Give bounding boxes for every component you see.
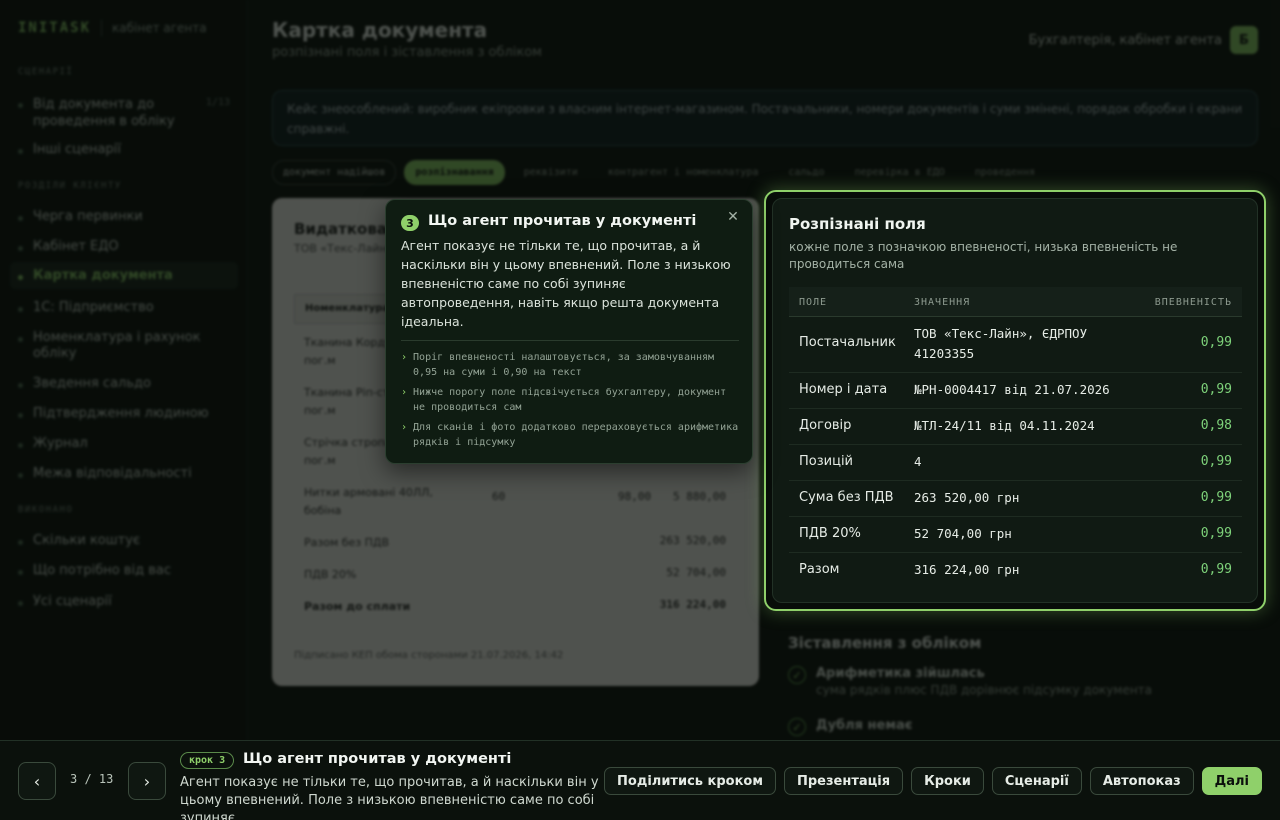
field-value: ТОВ «Текс-Лайн», ЄДРПОУ 41203355 xyxy=(914,326,1088,361)
note-text: Для сканів і фото додатково перераховуєт… xyxy=(413,422,739,448)
field-name: Позицій xyxy=(799,454,853,469)
card-title: Розпізнані поля xyxy=(789,215,926,233)
field-name: ПДВ 20% xyxy=(799,526,861,541)
recognized-fields-card: Розпізнані поля кожне поле з позначкою в… xyxy=(772,198,1258,603)
table-row: Сума без ПДВ 263 520,00 грн 0,99 xyxy=(789,481,1242,517)
next-button[interactable]: Далі xyxy=(1201,767,1262,795)
step-pill: крок 3 xyxy=(180,752,235,769)
fields-table-header: ПОЛЕ ЗНАЧЕННЯ ВПЕВНЕНІСТЬ xyxy=(789,287,1242,317)
table-row: Позицій 4 0,99 xyxy=(789,445,1242,481)
field-confidence: 0,99 xyxy=(1200,562,1232,577)
popover-note: › Поріг впевненості налаштовується, за з… xyxy=(401,350,741,380)
field-value: №РН-0004417 від 21.07.2026 xyxy=(914,382,1110,397)
note-text: Поріг впевненості налаштовується, за зам… xyxy=(413,352,715,378)
tour-popover: 3 Що агент прочитав у документі ✕ Агент … xyxy=(385,199,753,464)
note-text: Нижче порогу поле підсвічується бухгалте… xyxy=(413,387,727,413)
popover-body: Агент показує не тільки те, що прочитав,… xyxy=(401,238,731,329)
chevron-right-icon: › xyxy=(401,352,408,363)
card-subtitle: кожне поле з позначкою впевненості, низь… xyxy=(789,240,1178,271)
field-confidence: 0,99 xyxy=(1200,454,1232,469)
tour-bar: ‹ 3 / 13 › крок 3 Що агент прочитав у до… xyxy=(0,740,1280,820)
step-description: Агент показує не тільки те, що прочитав,… xyxy=(180,775,599,820)
prev-step-button[interactable]: ‹ xyxy=(18,762,56,800)
autoplay-button[interactable]: Автопоказ xyxy=(1089,767,1194,795)
popover-note: › Для сканів і фото додатково перерахову… xyxy=(401,420,741,450)
table-row: Договір №ТЛ-24/11 від 04.11.2024 0,98 xyxy=(789,409,1242,445)
field-confidence: 0,99 xyxy=(1200,382,1232,397)
divider xyxy=(401,340,739,341)
field-confidence: 0,98 xyxy=(1200,418,1232,433)
table-row: Постачальник ТОВ «Текс-Лайн», ЄДРПОУ 412… xyxy=(789,317,1242,373)
scenarios-button[interactable]: Сценарії xyxy=(991,767,1082,795)
field-name: Номер і дата xyxy=(799,382,888,397)
step-counter: 3 / 13 xyxy=(70,772,114,786)
table-row: Номер і дата №РН-0004417 від 21.07.2026 … xyxy=(789,373,1242,409)
next-step-arrow-button[interactable]: › xyxy=(128,762,166,800)
field-confidence: 0,99 xyxy=(1200,490,1232,505)
field-value: 263 520,00 грн xyxy=(914,490,1020,505)
column-field: ПОЛЕ xyxy=(799,297,828,308)
field-name: Разом xyxy=(799,562,840,577)
close-icon[interactable]: ✕ xyxy=(724,208,742,226)
table-row: ПДВ 20% 52 704,00 грн 0,99 xyxy=(789,517,1242,553)
field-value: 4 xyxy=(914,454,922,469)
field-name: Сума без ПДВ xyxy=(799,490,894,505)
step-title: Що агент прочитав у документі xyxy=(243,751,512,767)
chevron-right-icon: › xyxy=(401,387,408,398)
column-confidence: ВПЕВНЕНІСТЬ xyxy=(1154,297,1232,308)
step-number-badge: 3 xyxy=(401,215,419,231)
column-value: ЗНАЧЕННЯ xyxy=(914,297,971,308)
field-value: 316 224,00 грн xyxy=(914,562,1020,577)
field-confidence: 0,99 xyxy=(1200,526,1232,541)
field-name: Постачальник xyxy=(799,335,896,350)
share-step-button[interactable]: Поділитись кроком xyxy=(604,767,776,795)
table-row: Разом 316 224,00 грн 0,99 xyxy=(789,553,1242,589)
field-value: 52 704,00 грн xyxy=(914,526,1012,541)
presentation-button[interactable]: Презентація xyxy=(783,767,904,795)
chevron-right-icon: › xyxy=(401,422,408,433)
popover-note: › Нижче порогу поле підсвічується бухгал… xyxy=(401,385,741,415)
steps-button[interactable]: Кроки xyxy=(911,767,984,795)
field-value: №ТЛ-24/11 від 04.11.2024 xyxy=(914,418,1095,433)
field-name: Договір xyxy=(799,418,852,433)
field-confidence: 0,99 xyxy=(1200,335,1232,350)
popover-title: Що агент прочитав у документі xyxy=(428,213,697,229)
tour-actions: Поділитись кроком Презентація Кроки Сцен… xyxy=(604,767,1262,795)
